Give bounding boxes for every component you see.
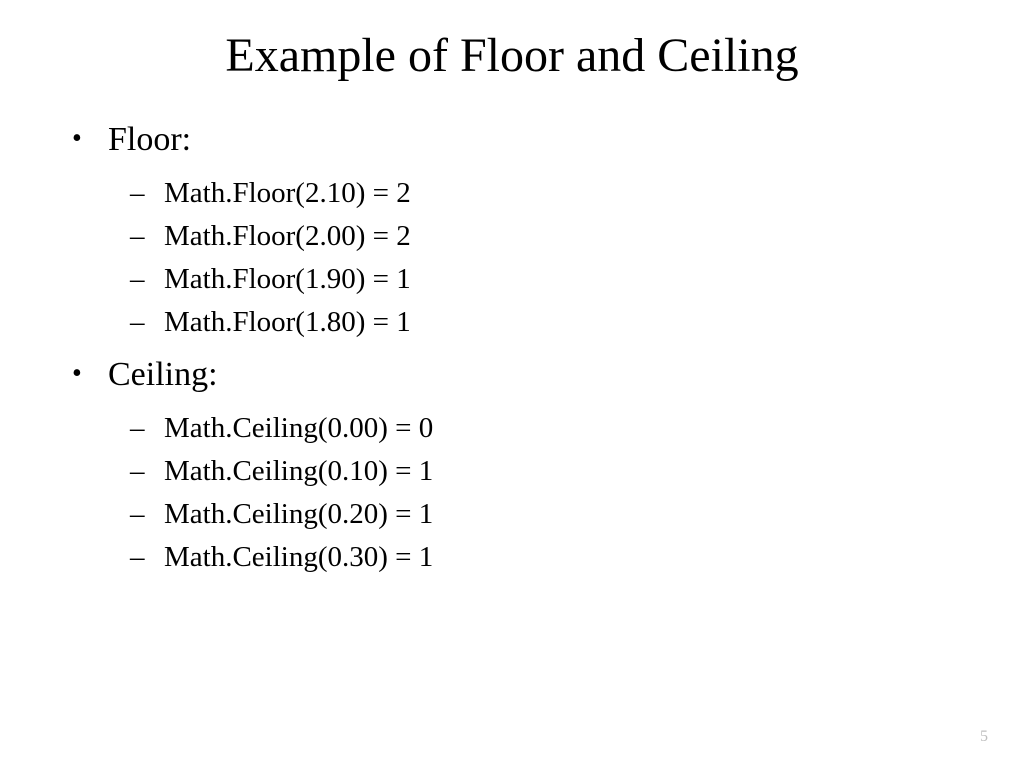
list-item: Math.Ceiling(0.10) = 1 xyxy=(164,450,964,493)
code-example: Math.Floor(1.90) = 1 xyxy=(164,263,411,295)
list-item: Math.Floor(2.00) = 2 xyxy=(164,215,964,258)
section-label: Ceiling: xyxy=(108,356,218,393)
code-example: Math.Ceiling(0.20) = 1 xyxy=(164,498,433,530)
code-example: Math.Ceiling(0.00) = 0 xyxy=(164,412,433,444)
code-example: Math.Ceiling(0.10) = 1 xyxy=(164,455,433,487)
list-item: Math.Ceiling(0.30) = 1 xyxy=(164,536,964,579)
sub-bullet-list: Math.Ceiling(0.00) = 0 Math.Ceiling(0.10… xyxy=(108,407,964,579)
list-item: Math.Ceiling(0.20) = 1 xyxy=(164,493,964,536)
list-item: Math.Floor(2.10) = 2 xyxy=(164,172,964,215)
code-example: Math.Ceiling(0.30) = 1 xyxy=(164,541,433,573)
code-example: Math.Floor(2.10) = 2 xyxy=(164,177,411,209)
list-item: Floor: Math.Floor(2.10) = 2 Math.Floor(2… xyxy=(108,115,964,344)
list-item: Math.Floor(1.90) = 1 xyxy=(164,258,964,301)
sub-bullet-list: Math.Floor(2.10) = 2 Math.Floor(2.00) = … xyxy=(108,172,964,344)
section-label: Floor: xyxy=(108,121,191,158)
code-example: Math.Floor(1.80) = 1 xyxy=(164,306,411,338)
page-number: 5 xyxy=(980,728,988,746)
slide: Example of Floor and Ceiling Floor: Math… xyxy=(0,0,1024,768)
list-item: Math.Floor(1.80) = 1 xyxy=(164,301,964,344)
list-item: Ceiling: Math.Ceiling(0.00) = 0 Math.Cei… xyxy=(108,350,964,579)
list-item: Math.Ceiling(0.00) = 0 xyxy=(164,407,964,450)
slide-title: Example of Floor and Ceiling xyxy=(60,28,964,83)
bullet-list: Floor: Math.Floor(2.10) = 2 Math.Floor(2… xyxy=(60,115,964,579)
code-example: Math.Floor(2.00) = 2 xyxy=(164,220,411,252)
